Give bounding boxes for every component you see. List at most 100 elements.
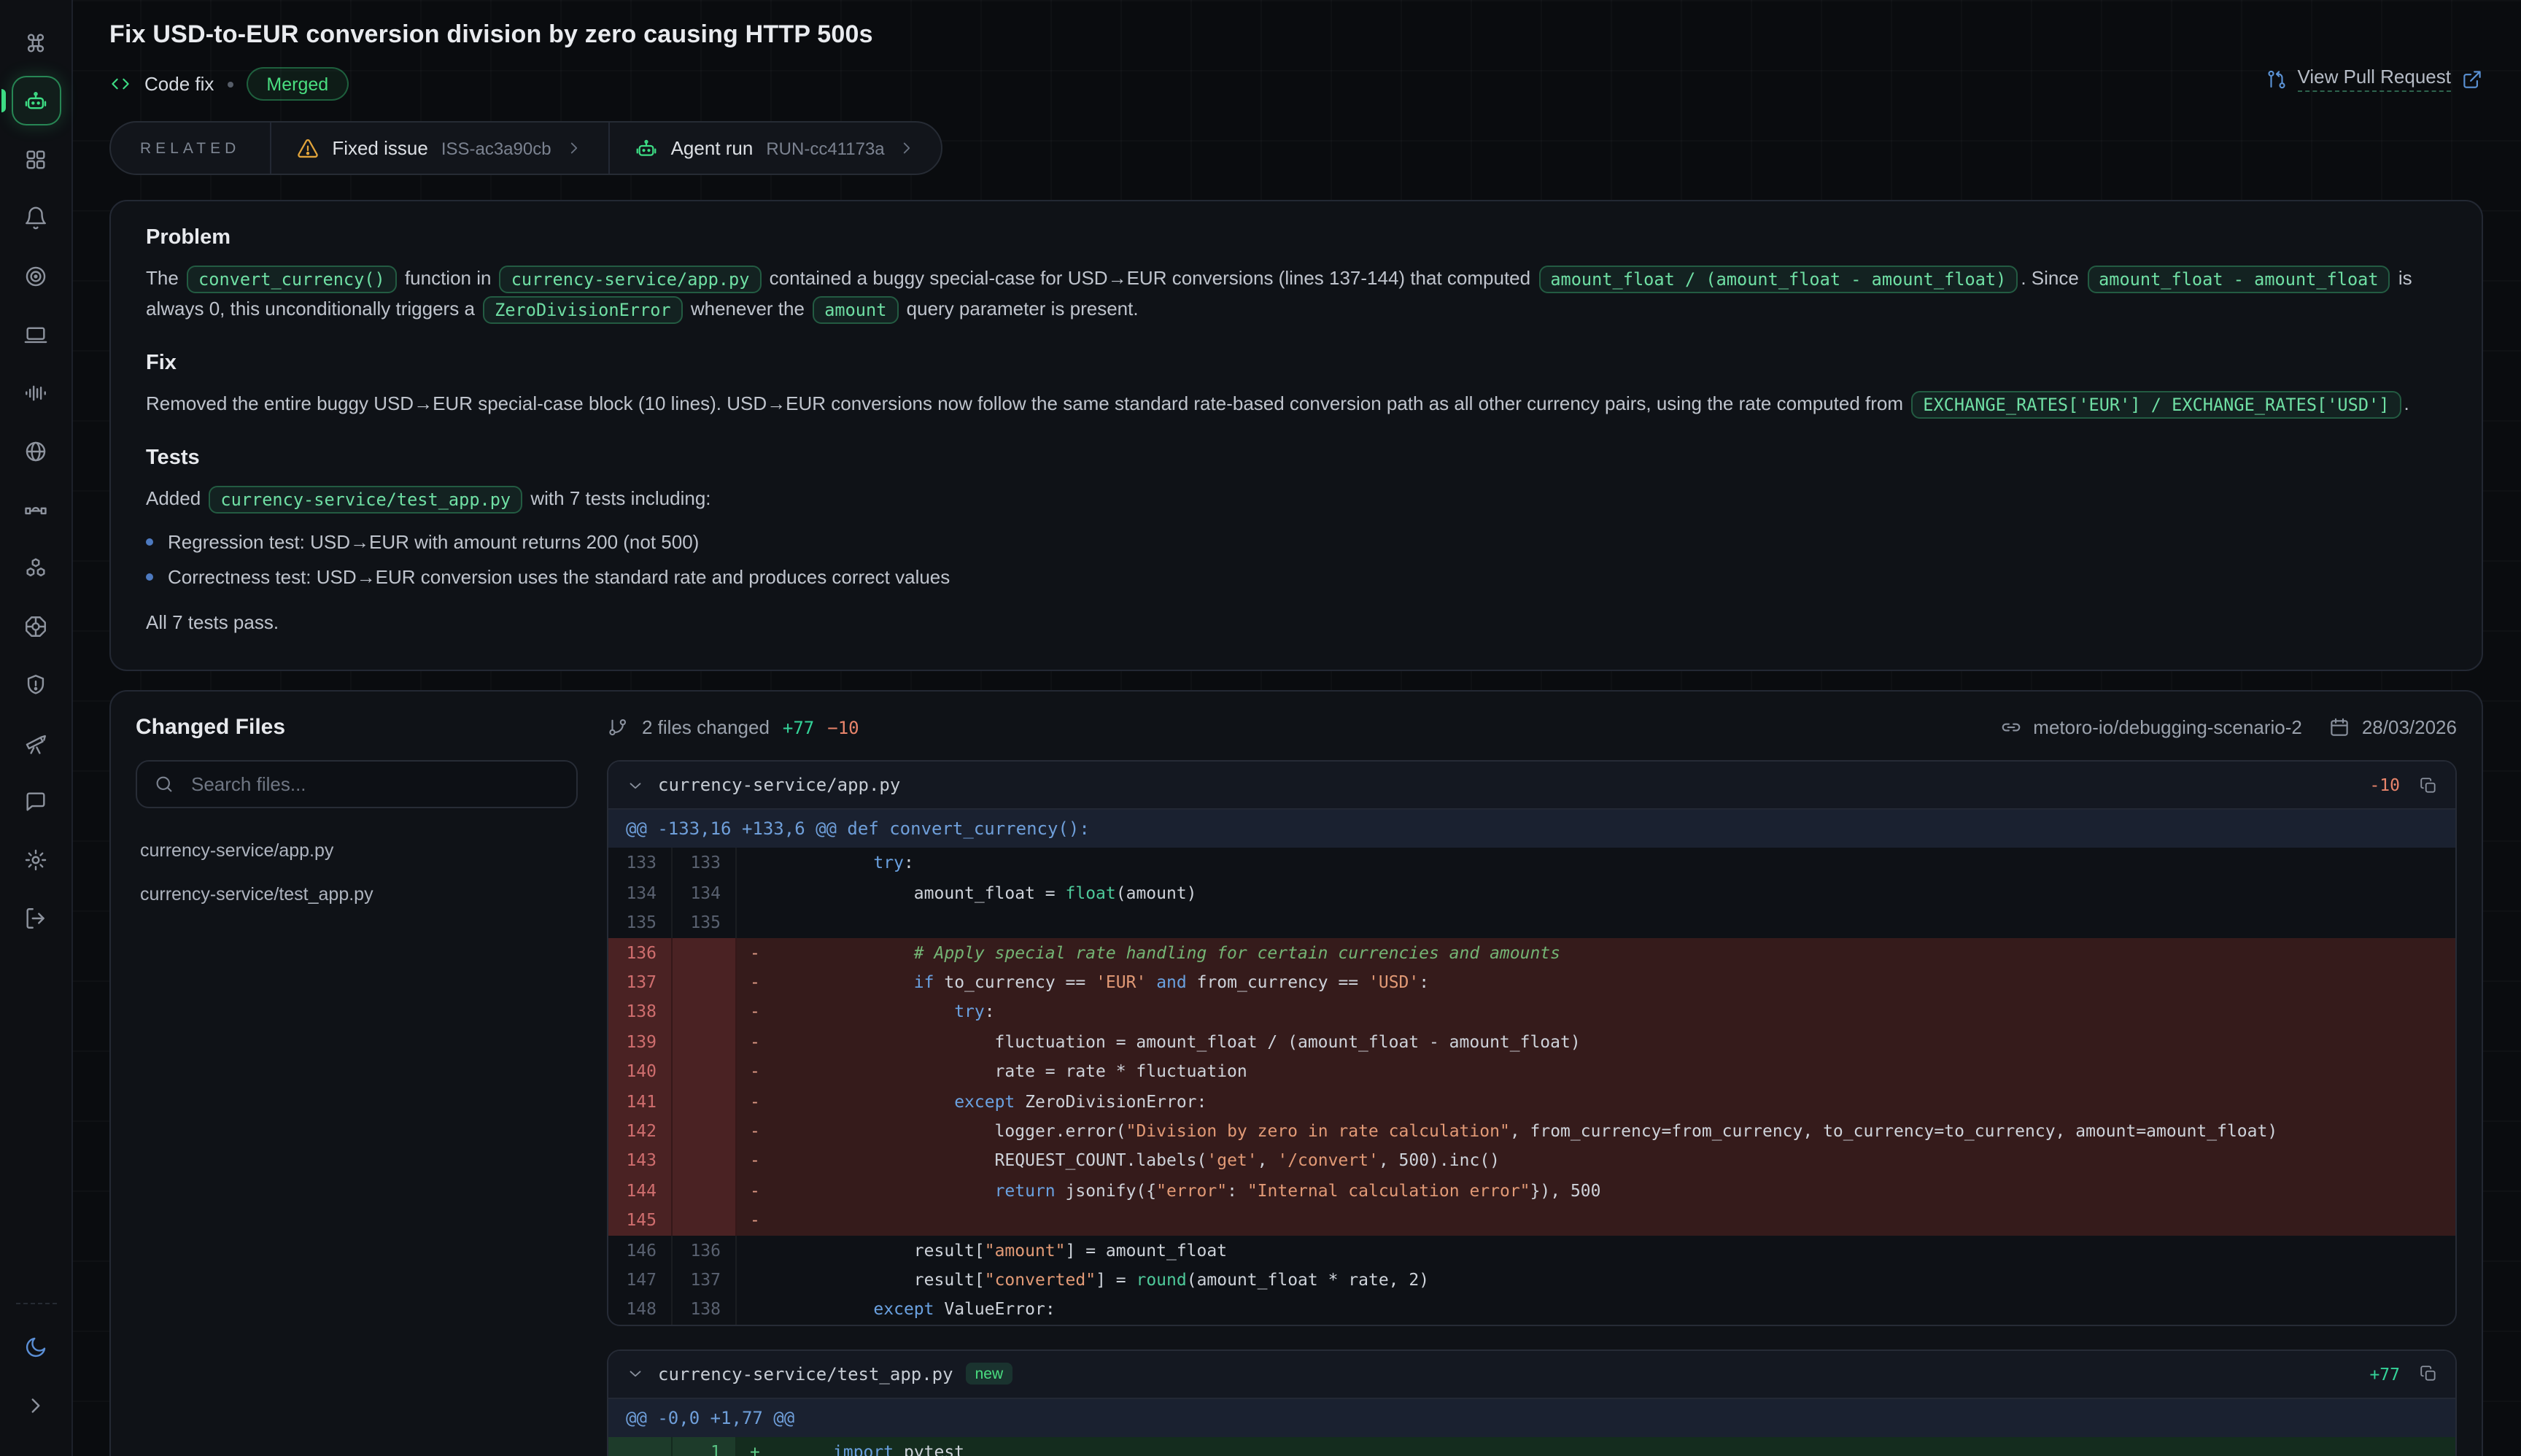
code-token: except [873,1299,934,1320]
diff-row: 143- REQUEST_COUNT.labels('get', '/conve… [608,1146,2455,1176]
old-line-number: 138 [608,997,673,1027]
sidebar-item-telescope[interactable] [11,718,61,767]
sidebar-item-dashboard-grid[interactable] [11,134,61,184]
sidebar-item-laptop[interactable] [11,309,61,359]
related-item-label: Agent run [671,137,754,159]
file-list: currency-service/app.pycurrency-service/… [136,829,578,917]
diff-file-name: currency-service/app.py [658,775,900,796]
related-item-id: RUN-cc41173a [766,138,884,158]
code-line: if to_currency == 'EUR' and from_currenc… [775,967,2455,997]
new-line-number [673,937,737,967]
sidebar-item-cubes[interactable] [11,543,61,592]
old-line-number: 146 [608,1235,673,1265]
code-token: return [995,1180,1056,1201]
sidebar-item-chevron-right[interactable] [11,1380,61,1430]
sidebar-item-robot[interactable] [11,76,61,125]
diff-row: 133133 try: [608,848,2455,878]
sidebar-item-globe[interactable] [11,426,61,476]
diff-row: 144- return jsonify({"error": "Internal … [608,1176,2455,1206]
copy-icon[interactable] [2419,1364,2438,1383]
inline-code-chip: currency-service/app.py [500,265,762,293]
view-pull-request-link[interactable]: View Pull Request [2265,66,2483,92]
file-list-item[interactable]: currency-service/app.py [136,829,578,873]
repo-name: metoro-io/debugging-scenario-2 [2033,717,2302,739]
tests-heading: Tests [146,447,2447,471]
sidebar-item-command[interactable] [11,18,61,67]
sidebar-item-radar[interactable] [11,251,61,301]
sidebar-item-chat[interactable] [11,776,61,826]
old-line-number: 141 [608,1086,673,1116]
sidebar-item-waveform[interactable] [11,368,61,417]
diff-marker [737,1235,775,1265]
sidebar-item-shield-alert[interactable] [11,659,61,709]
summary-card: Problem The convert_currency() function … [109,200,2483,672]
code-line [775,1205,2455,1235]
diff-marker: - [737,997,775,1027]
code-brackets-icon [109,73,131,95]
diff-row: 135135 [608,908,2455,938]
code-token [1146,972,1156,992]
inline-code-chip: ZeroDivisionError [483,295,683,323]
text-run: . [2404,392,2409,414]
pull-request-icon [2265,68,2287,90]
sidebar-item-settings-gear[interactable] [11,835,61,884]
code-token: jsonify({ [1056,1180,1157,1201]
old-line-number: 145 [608,1205,673,1235]
deletions-count: −10 [827,718,859,738]
related-fixed-issue[interactable]: Fixed issue ISS-ac3a90cb [269,123,608,174]
search-input[interactable] [188,772,560,797]
code-line: fluctuation = amount_float / (amount_flo… [775,1027,2455,1057]
diff-marker [737,1295,775,1325]
test-bullet: Regression test: USD→EUR with amount ret… [146,532,2447,554]
sidebar-item-mesh-gear[interactable] [11,601,61,651]
code-line: REQUEST_COUNT.labels('get', '/convert', … [775,1146,2455,1176]
code-line: try: [775,997,2455,1027]
code-token: "Division by zero in rate calculation" [1126,1120,1510,1141]
new-line-number [673,1116,737,1146]
file-list-item[interactable]: currency-service/test_app.py [136,873,578,917]
sidebar-divider [15,1303,56,1304]
code-line: result["converted"] = round(amount_float… [775,1265,2455,1295]
changed-files-header: Changed Files 2 files changed +77 −10 me… [136,716,2457,740]
collapse-chevron-icon[interactable] [626,776,645,795]
file-search-box[interactable] [136,761,578,809]
sidebar-item-pipeline[interactable] [11,484,61,534]
calendar-icon [2328,717,2350,739]
code-line: result["amount"] = amount_float [775,1235,2455,1265]
old-line-number: 137 [608,967,673,997]
problem-paragraph: The convert_currency() function in curre… [146,263,2447,324]
sidebar-item-logout[interactable] [11,893,61,942]
code-token: amount_float = [833,883,1066,903]
collapse-chevron-icon[interactable] [626,1364,645,1383]
text-run: contained a buggy special-case for USD→E… [764,267,1536,289]
new-file-badge: new [967,1363,1012,1385]
header-meta-row: Code fix Merged View Pull Request [109,64,2483,104]
code-token: try [954,1002,985,1022]
diff-marker: - [737,937,775,967]
copy-icon[interactable] [2419,776,2438,795]
code-token: and [1156,972,1187,992]
diff-marker [737,908,775,938]
text-run: whenever the [686,298,810,320]
diff-marker: - [737,1056,775,1086]
tests-intro: Added currency-service/test_app.py with … [146,484,2447,514]
code-token: "Internal calculation error" [1247,1180,1530,1201]
sidebar-item-moon[interactable] [11,1322,61,1371]
code-token: to_currency == [934,972,1096,992]
file-list-panel: currency-service/app.pycurrency-service/… [136,761,578,917]
old-line-number: 144 [608,1176,673,1206]
sidebar-item-bell[interactable] [11,193,61,242]
repo-link[interactable]: metoro-io/debugging-scenario-2 [1999,717,2302,739]
code-token: logger.error( [833,1120,1126,1141]
related-item-label: Fixed issue [332,137,428,159]
diff-file-header[interactable]: currency-service/test_app.pynew+77 [608,1350,2455,1398]
diff-marker: - [737,1176,775,1206]
text-run: Added [146,488,206,510]
code-token: fluctuation = amount_float / (amount_flo… [833,1031,1581,1052]
app-window: Fix USD-to-EUR conversion division by ze… [0,0,2521,1456]
diff-file-header[interactable]: currency-service/app.py-10 [608,762,2455,810]
inline-code-chip: amount_float / (amount_float - amount_fl… [1538,265,2018,293]
code-line: except ValueError: [775,1295,2455,1325]
related-agent-run[interactable]: Agent run RUN-cc41173a [608,123,942,174]
hunk-header: @@ -133,16 +133,6 @@ def convert_currenc… [608,810,2455,848]
